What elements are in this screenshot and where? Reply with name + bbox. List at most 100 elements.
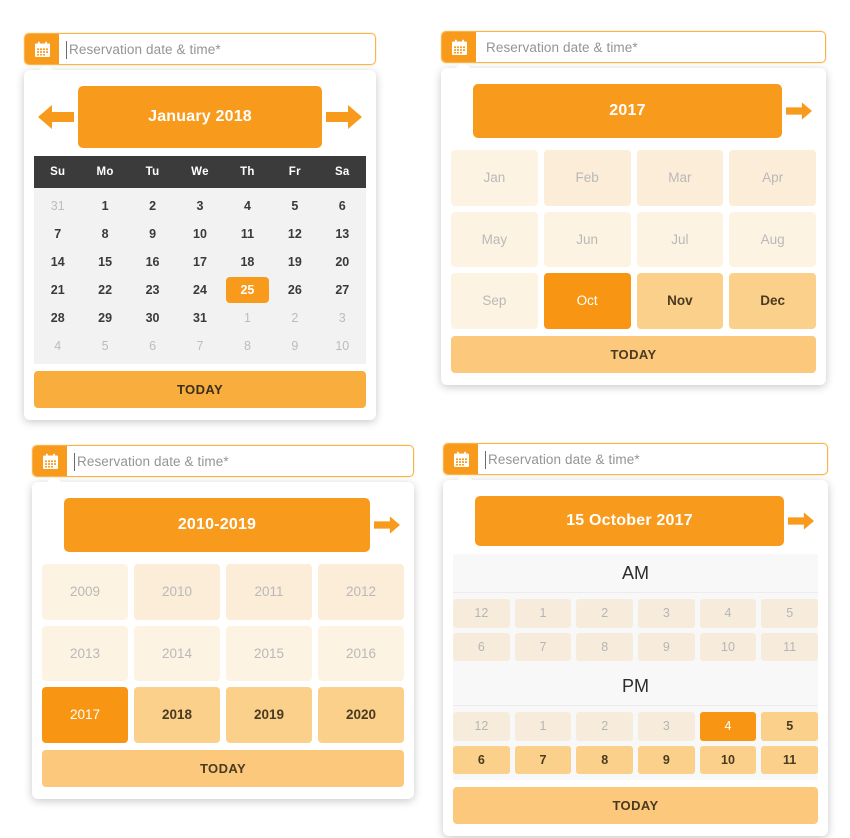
- day-cell[interactable]: 18: [226, 249, 269, 275]
- day-cell[interactable]: 1: [83, 193, 126, 219]
- year-cell[interactable]: 2009: [42, 564, 128, 620]
- arrow-right-icon[interactable]: [370, 514, 404, 536]
- year-cell[interactable]: 2014: [134, 625, 220, 681]
- year-cell[interactable]: 2010: [134, 564, 220, 620]
- day-cell[interactable]: 9: [273, 333, 316, 359]
- month-cell[interactable]: Apr: [729, 150, 816, 206]
- day-cell[interactable]: 24: [178, 277, 221, 303]
- month-cell[interactable]: Feb: [543, 150, 631, 206]
- day-cell[interactable]: 5: [83, 333, 126, 359]
- today-button-time[interactable]: TODAY: [453, 787, 818, 824]
- am-hour-cell[interactable]: 6: [453, 632, 510, 661]
- year-cell[interactable]: 2012: [318, 564, 404, 620]
- pm-hour-cell[interactable]: 9: [638, 745, 695, 774]
- day-cell[interactable]: 1: [226, 305, 269, 331]
- calendar-icon[interactable]: [444, 444, 478, 474]
- pm-hour-cell[interactable]: 7: [514, 745, 572, 774]
- month-cell[interactable]: Jan: [451, 150, 538, 206]
- month-cell[interactable]: Aug: [729, 211, 816, 267]
- day-cell[interactable]: 12: [273, 221, 316, 247]
- today-button-month[interactable]: TODAY: [451, 335, 816, 373]
- arrow-right-icon[interactable]: [784, 510, 818, 532]
- pm-hour-cell[interactable]: 12: [453, 712, 510, 741]
- day-cell[interactable]: 6: [321, 193, 364, 219]
- reservation-input-2[interactable]: [476, 32, 825, 62]
- year-cell[interactable]: 2018: [134, 687, 220, 743]
- day-cell[interactable]: 15: [83, 249, 126, 275]
- month-cell[interactable]: Jul: [636, 211, 724, 267]
- am-hour-cell[interactable]: 3: [638, 599, 695, 628]
- reservation-field-3[interactable]: [32, 445, 414, 477]
- year-cell[interactable]: 2015: [226, 625, 312, 681]
- today-button-day[interactable]: TODAY: [34, 371, 366, 408]
- day-cell[interactable]: 6: [131, 333, 174, 359]
- day-cell[interactable]: 9: [131, 221, 174, 247]
- year-cell[interactable]: 2013: [42, 625, 128, 681]
- year-cell[interactable]: 2020: [318, 687, 404, 743]
- day-cell[interactable]: 30: [131, 305, 174, 331]
- day-cell[interactable]: 8: [226, 333, 269, 359]
- day-cell[interactable]: 23: [131, 277, 174, 303]
- am-hour-cell[interactable]: 9: [638, 632, 695, 661]
- month-cell-selected[interactable]: Oct: [543, 273, 631, 329]
- month-cell[interactable]: Sep: [451, 273, 538, 329]
- day-cell[interactable]: 16: [131, 249, 174, 275]
- am-hour-cell[interactable]: 10: [699, 632, 757, 661]
- pm-hour-cell[interactable]: 1: [514, 712, 572, 741]
- day-cell[interactable]: 2: [131, 193, 174, 219]
- day-cell[interactable]: 22: [83, 277, 126, 303]
- calendar-icon[interactable]: [25, 34, 59, 64]
- day-cell[interactable]: 8: [83, 221, 126, 247]
- pm-hour-cell[interactable]: 3: [638, 712, 695, 741]
- pm-hour-cell[interactable]: 5: [761, 712, 818, 741]
- year-cell[interactable]: 2011: [226, 564, 312, 620]
- reservation-input-1[interactable]: [59, 34, 375, 64]
- calendar-icon[interactable]: [33, 446, 67, 476]
- reservation-input-4[interactable]: [478, 444, 827, 474]
- day-cell[interactable]: 3: [178, 193, 221, 219]
- am-hour-cell[interactable]: 7: [514, 632, 572, 661]
- arrow-right-icon[interactable]: [322, 102, 366, 132]
- day-cell[interactable]: 28: [36, 305, 79, 331]
- reservation-field-1[interactable]: [24, 33, 376, 65]
- year-cell-selected[interactable]: 2017: [42, 687, 128, 743]
- arrow-right-icon[interactable]: [782, 100, 816, 122]
- month-cell[interactable]: Mar: [636, 150, 724, 206]
- pm-hour-cell[interactable]: 2: [576, 712, 633, 741]
- day-cell[interactable]: 7: [178, 333, 221, 359]
- day-cell[interactable]: 4: [226, 193, 269, 219]
- day-cell[interactable]: 26: [273, 277, 316, 303]
- pm-hour-cell[interactable]: 6: [453, 745, 510, 774]
- day-cell-selected[interactable]: 25: [225, 277, 270, 303]
- am-hour-cell[interactable]: 8: [576, 632, 633, 661]
- am-hour-cell[interactable]: 4: [699, 599, 757, 628]
- day-cell[interactable]: 10: [321, 333, 364, 359]
- day-cell[interactable]: 20: [321, 249, 364, 275]
- day-cell[interactable]: 2: [273, 305, 316, 331]
- day-cell[interactable]: 31: [178, 305, 221, 331]
- am-hour-cell[interactable]: 5: [761, 599, 818, 628]
- day-cell[interactable]: 5: [273, 193, 316, 219]
- am-hour-cell[interactable]: 11: [761, 632, 818, 661]
- reservation-input-3[interactable]: [67, 446, 413, 476]
- year-cell[interactable]: 2019: [226, 687, 312, 743]
- day-cell[interactable]: 19: [273, 249, 316, 275]
- month-picker-title[interactable]: 2017: [473, 84, 782, 138]
- month-cell[interactable]: Dec: [729, 273, 816, 329]
- day-cell[interactable]: 13: [321, 221, 364, 247]
- year-picker-title[interactable]: 2010-2019: [64, 498, 370, 552]
- month-cell[interactable]: Jun: [543, 211, 631, 267]
- day-cell[interactable]: 7: [36, 221, 79, 247]
- pm-hour-cell[interactable]: 10: [699, 745, 757, 774]
- am-hour-cell[interactable]: 12: [453, 599, 510, 628]
- year-cell[interactable]: 2016: [318, 625, 404, 681]
- day-cell[interactable]: 17: [178, 249, 221, 275]
- calendar-icon[interactable]: [442, 32, 476, 62]
- pm-hour-cell[interactable]: 11: [761, 745, 818, 774]
- day-cell[interactable]: 14: [36, 249, 79, 275]
- time-picker-title[interactable]: 15 October 2017: [475, 496, 784, 546]
- day-cell[interactable]: 10: [178, 221, 221, 247]
- pm-hour-cell-selected[interactable]: 4: [699, 712, 757, 741]
- am-hour-cell[interactable]: 2: [576, 599, 633, 628]
- day-cell[interactable]: 31: [36, 193, 79, 219]
